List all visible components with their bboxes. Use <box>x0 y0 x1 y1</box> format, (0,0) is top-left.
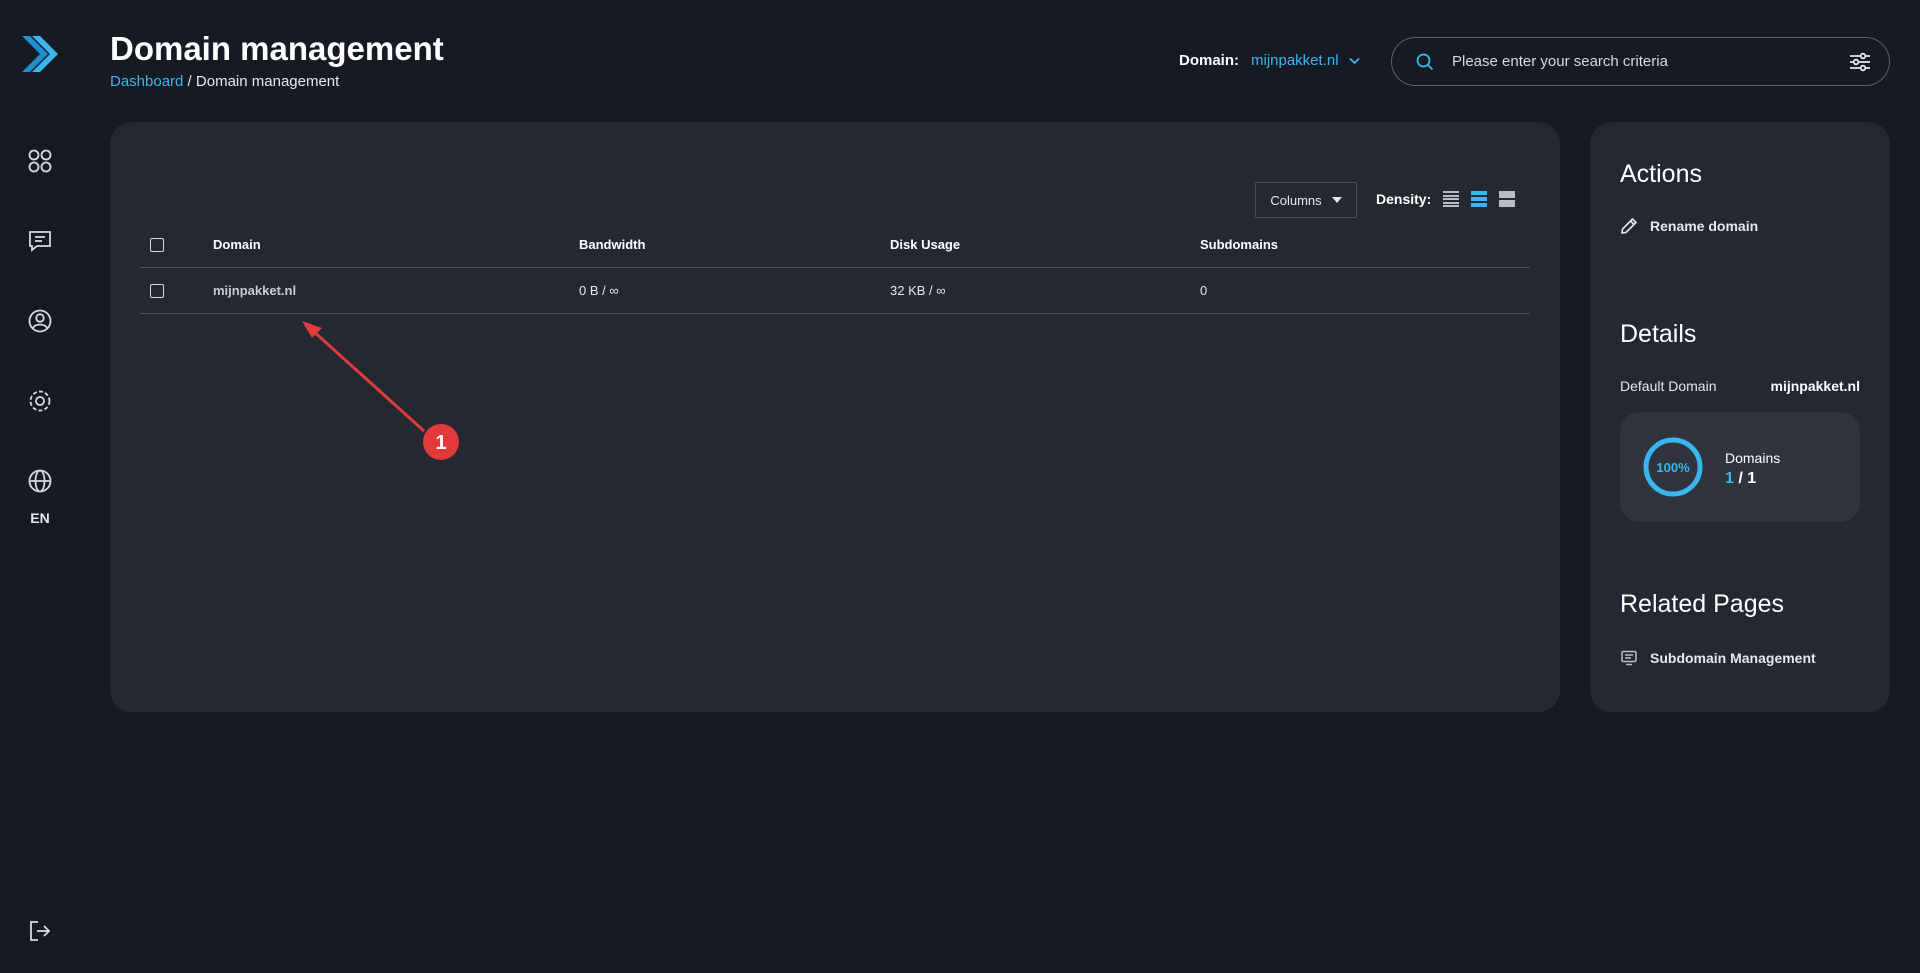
domain-selector-value: mijnpakket.nl <box>1251 52 1339 69</box>
rename-domain-label: Rename domain <box>1650 218 1759 234</box>
monitor-icon <box>1621 650 1637 666</box>
settings-gear-icon[interactable] <box>26 387 54 415</box>
default-domain-label: Default Domain <box>1620 378 1717 394</box>
domains-stat-current: 1 <box>1725 470 1734 487</box>
domains-stat-title: Domains <box>1725 450 1781 466</box>
subdomain-management-label: Subdomain Management <box>1650 650 1816 666</box>
breadcrumb: Dashboard / Domain management <box>110 73 339 90</box>
user-circle-icon[interactable] <box>26 307 54 335</box>
column-header-disk-usage[interactable]: Disk Usage <box>890 237 960 252</box>
domains-table: Domain Bandwidth Disk Usage Subdomains m… <box>140 222 1530 314</box>
density-control: Density: <box>1376 191 1516 207</box>
density-comfortable-icon[interactable] <box>1499 191 1516 207</box>
breadcrumb-separator: / <box>183 73 196 90</box>
row-checkbox[interactable] <box>150 283 164 298</box>
language-label[interactable]: EN <box>0 510 80 526</box>
columns-button-label: Columns <box>1270 192 1322 208</box>
domain-cell[interactable]: mijnpakket.nl <box>213 283 296 298</box>
bandwidth-cell: 0 B / ∞ <box>579 283 619 298</box>
search-input[interactable] <box>1452 53 1849 70</box>
filter-sliders-icon[interactable] <box>1849 52 1871 72</box>
page-title: Domain management <box>110 30 444 67</box>
density-compact-icon[interactable] <box>1443 191 1460 207</box>
search-icon <box>1416 53 1434 70</box>
default-domain-row: Default Domain mijnpakket.nl <box>1620 378 1860 394</box>
domain-selector: Domain: mijnpakket.nl <box>1179 52 1360 69</box>
domains-table-card: Columns Density: Domain Bandwidth Disk U… <box>110 122 1560 712</box>
domains-stat-total: 1 <box>1747 470 1757 487</box>
column-header-subdomains[interactable]: Subdomains <box>1200 237 1278 252</box>
subdomain-management-link[interactable]: Subdomain Management <box>1620 649 1816 667</box>
column-header-domain[interactable]: Domain <box>213 237 261 252</box>
chevron-down-icon <box>1348 57 1360 64</box>
density-label: Density: <box>1376 191 1432 207</box>
breadcrumb-dashboard-link[interactable]: Dashboard <box>110 73 183 90</box>
side-panel: Actions Rename domain Details Default Do… <box>1590 122 1890 712</box>
domains-usage-ring: 100% <box>1643 437 1703 497</box>
pencil-icon <box>1621 217 1638 234</box>
rename-domain-action[interactable]: Rename domain <box>1620 217 1758 235</box>
table-header-row: Domain Bandwidth Disk Usage Subdomains <box>140 222 1530 268</box>
details-heading: Details <box>1620 320 1697 348</box>
domains-stat-separator: / <box>1733 470 1748 487</box>
globe-icon[interactable] <box>26 467 54 495</box>
apps-grid-icon[interactable] <box>26 147 54 175</box>
disk-usage-cell: 32 KB / ∞ <box>890 283 946 298</box>
caret-down-icon <box>1331 197 1342 203</box>
domains-stat-value: 1 / 1 <box>1725 470 1756 488</box>
column-header-bandwidth[interactable]: Bandwidth <box>579 237 645 252</box>
related-pages-heading: Related Pages <box>1620 590 1785 618</box>
app-logo-icon[interactable] <box>20 34 58 74</box>
subdomains-cell: 0 <box>1200 283 1208 298</box>
columns-button[interactable]: Columns <box>1255 182 1357 218</box>
domain-selector-dropdown[interactable]: mijnpakket.nl <box>1251 52 1360 69</box>
select-all-checkbox[interactable] <box>150 237 164 252</box>
chat-icon[interactable] <box>26 227 54 255</box>
table-row[interactable]: mijnpakket.nl 0 B / ∞ 32 KB / ∞ 0 <box>140 268 1530 314</box>
domains-stat-card: 100% Domains 1 / 1 <box>1620 412 1860 522</box>
breadcrumb-current: Domain management <box>195 73 340 90</box>
domains-usage-percent: 100% <box>1656 460 1690 475</box>
actions-heading: Actions <box>1620 160 1702 188</box>
density-standard-icon[interactable] <box>1471 191 1488 207</box>
search-box <box>1391 37 1890 86</box>
logout-icon[interactable] <box>26 917 54 945</box>
sidebar: EN <box>0 0 80 973</box>
default-domain-value: mijnpakket.nl <box>1770 378 1860 394</box>
domain-selector-label: Domain: <box>1179 52 1239 69</box>
